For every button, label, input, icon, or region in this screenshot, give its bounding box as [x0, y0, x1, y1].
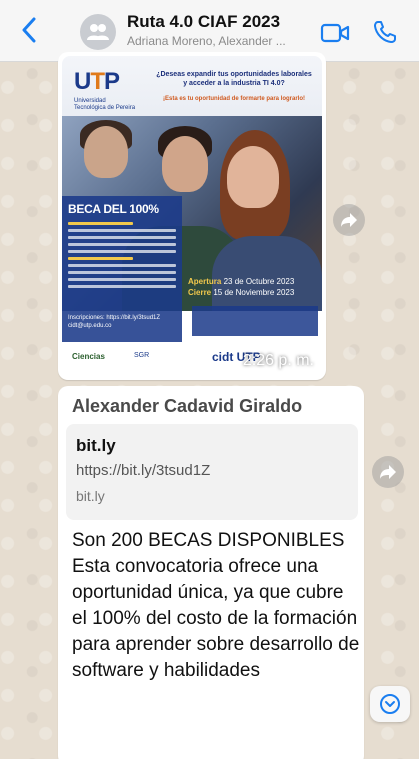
- poster-subheadline: ¡Esta es tu oportunidad de formarte para…: [162, 96, 306, 102]
- image-message-bubble[interactable]: UTP Universidad Tecnológica de Pereira ¿…: [58, 52, 326, 380]
- share-forward-icon: [380, 465, 396, 479]
- chevron-down-circle-icon: [380, 694, 400, 714]
- link-preview-domain: bit.ly: [76, 488, 105, 504]
- ciencias-logo: Ciencias: [72, 352, 105, 361]
- sgr-logo: SGR: [134, 352, 150, 359]
- poster-inscriptions: Inscripciones: https://bit.ly/3tsud1Z ci…: [68, 315, 161, 329]
- utp-logo: UTP Universidad Tecnológica de Pereira: [74, 68, 136, 111]
- poster-image[interactable]: UTP Universidad Tecnológica de Pereira ¿…: [62, 56, 322, 376]
- group-avatar-icon: [87, 24, 109, 40]
- chat-participants: Adriana Moreno, Alexander ...: [127, 34, 286, 48]
- forward-button[interactable]: [333, 204, 365, 236]
- message-body: Son 200 BECAS DISPONIBLES Esta convocato…: [72, 530, 360, 681]
- link-preview-card[interactable]: bit.ly https://bit.ly/3tsud1Z bit.ly: [66, 424, 358, 520]
- text-message-bubble[interactable]: Alexander Cadavid Giraldo bit.ly https:/…: [58, 386, 364, 759]
- poster-dates: Apertura 23 de Octubre 2023 Cierre 15 de…: [188, 277, 295, 297]
- message-timestamp: 2:26 p. m.: [242, 352, 314, 369]
- group-avatar[interactable]: [80, 14, 116, 50]
- sender-name[interactable]: Alexander Cadavid Giraldo: [72, 396, 302, 417]
- share-forward-icon: [341, 213, 357, 227]
- link-preview-url[interactable]: https://bit.ly/3tsud1Z: [76, 462, 210, 479]
- phone-icon: [374, 21, 396, 43]
- forward-button[interactable]: [372, 456, 404, 488]
- beca-panel: BECA DEL 100% Inscripciones: https://bit…: [62, 196, 182, 346]
- chevron-left-icon: [22, 17, 36, 43]
- scroll-to-bottom-button[interactable]: [370, 686, 410, 722]
- video-camera-icon: [320, 23, 350, 43]
- video-call-button[interactable]: [320, 22, 350, 44]
- chat-title: Ruta 4.0 CIAF 2023: [127, 12, 281, 31]
- voice-call-button[interactable]: [372, 19, 398, 45]
- poster-headline: ¿Deseas expandir tus oportunidades labor…: [156, 71, 312, 87]
- beca-title: BECA DEL 100%: [68, 202, 159, 216]
- back-button[interactable]: [14, 14, 44, 46]
- utp-logo-subtitle: Universidad Tecnológica de Pereira: [74, 98, 136, 111]
- chat-title-area[interactable]: Ruta 4.0 CIAF 2023 Adriana Moreno, Alexa…: [127, 12, 305, 48]
- link-preview-title: bit.ly: [76, 436, 116, 455]
